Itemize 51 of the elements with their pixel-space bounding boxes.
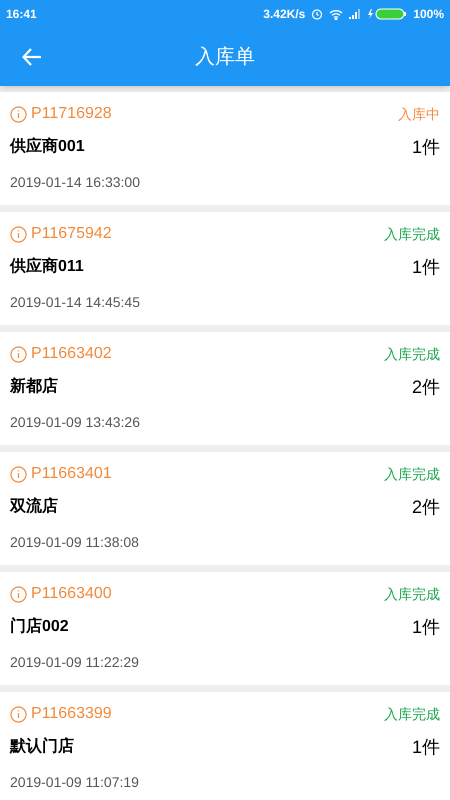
info-icon	[10, 586, 27, 602]
order-card[interactable]: P11675942 入库完成 供应商011 1件 2019-01-14 14:45:45	[0, 212, 450, 325]
order-time: 2019-01-14 14:45:45	[10, 293, 141, 312]
order-time: 2019-01-14 16:33:00	[10, 173, 141, 192]
order-status: 入库中	[398, 104, 440, 124]
order-card[interactable]: P11663399 入库完成 默认门店 1件 2019-01-09 11:07:19	[0, 692, 450, 800]
order-card[interactable]: P11716928 入库中 供应商001 1件 2019-01-14 16:33:00	[0, 92, 450, 205]
page-title: 入库单	[195, 45, 255, 70]
item-quantity: 2件	[412, 496, 440, 518]
order-status: 入库完成	[384, 584, 440, 604]
info-icon	[10, 226, 27, 242]
order-status: 入库完成	[384, 224, 440, 244]
back-arrow-icon	[22, 48, 42, 66]
order-time: 2019-01-09 11:07:19	[10, 773, 140, 792]
supplier-name: 双流店	[10, 496, 58, 517]
info-icon	[10, 706, 27, 722]
signal-icon	[349, 9, 362, 19]
supplier-name: 新都店	[10, 376, 58, 397]
order-card[interactable]: P11663402 入库完成 新都店 2件 2019-01-09 13:43:26	[0, 332, 450, 445]
order-number: P11663402	[31, 344, 112, 364]
info-icon	[10, 346, 27, 362]
order-status: 入库完成	[384, 704, 440, 724]
order-time: 2019-01-09 11:38:08	[10, 533, 140, 552]
item-quantity: 1件	[412, 616, 440, 638]
order-status: 入库完成	[384, 344, 440, 364]
order-number: P11663399	[31, 704, 112, 724]
order-number: P11663401	[31, 464, 112, 484]
supplier-name: 供应商001	[10, 136, 85, 157]
order-status: 入库完成	[384, 464, 440, 484]
order-number: P11675942	[31, 224, 112, 244]
order-number: P11663400	[31, 584, 112, 604]
supplier-name: 供应商011	[10, 256, 84, 277]
order-card[interactable]: P11663400 入库完成 门店002 1件 2019-01-09 11:22:29	[0, 572, 450, 685]
alarm-icon	[311, 8, 324, 20]
order-card[interactable]: P11663401 入库完成 双流店 2件 2019-01-09 11:38:08	[0, 452, 450, 565]
order-time: 2019-01-09 11:22:29	[10, 653, 140, 672]
item-quantity: 2件	[412, 376, 440, 398]
item-quantity: 1件	[412, 136, 440, 158]
wifi-icon	[329, 8, 344, 20]
status-time: 16:41	[6, 6, 37, 23]
battery-icon	[367, 8, 408, 20]
item-quantity: 1件	[412, 736, 440, 758]
item-quantity: 1件	[412, 256, 440, 278]
network-speed: 3.42K/s	[263, 6, 306, 23]
order-time: 2019-01-09 13:43:26	[10, 413, 141, 432]
supplier-name: 默认门店	[10, 736, 74, 757]
order-number: P11716928	[31, 104, 112, 124]
info-icon	[10, 466, 27, 482]
info-icon	[10, 106, 27, 122]
battery-percent: 100%	[413, 6, 444, 23]
supplier-name: 门店002	[10, 616, 69, 637]
